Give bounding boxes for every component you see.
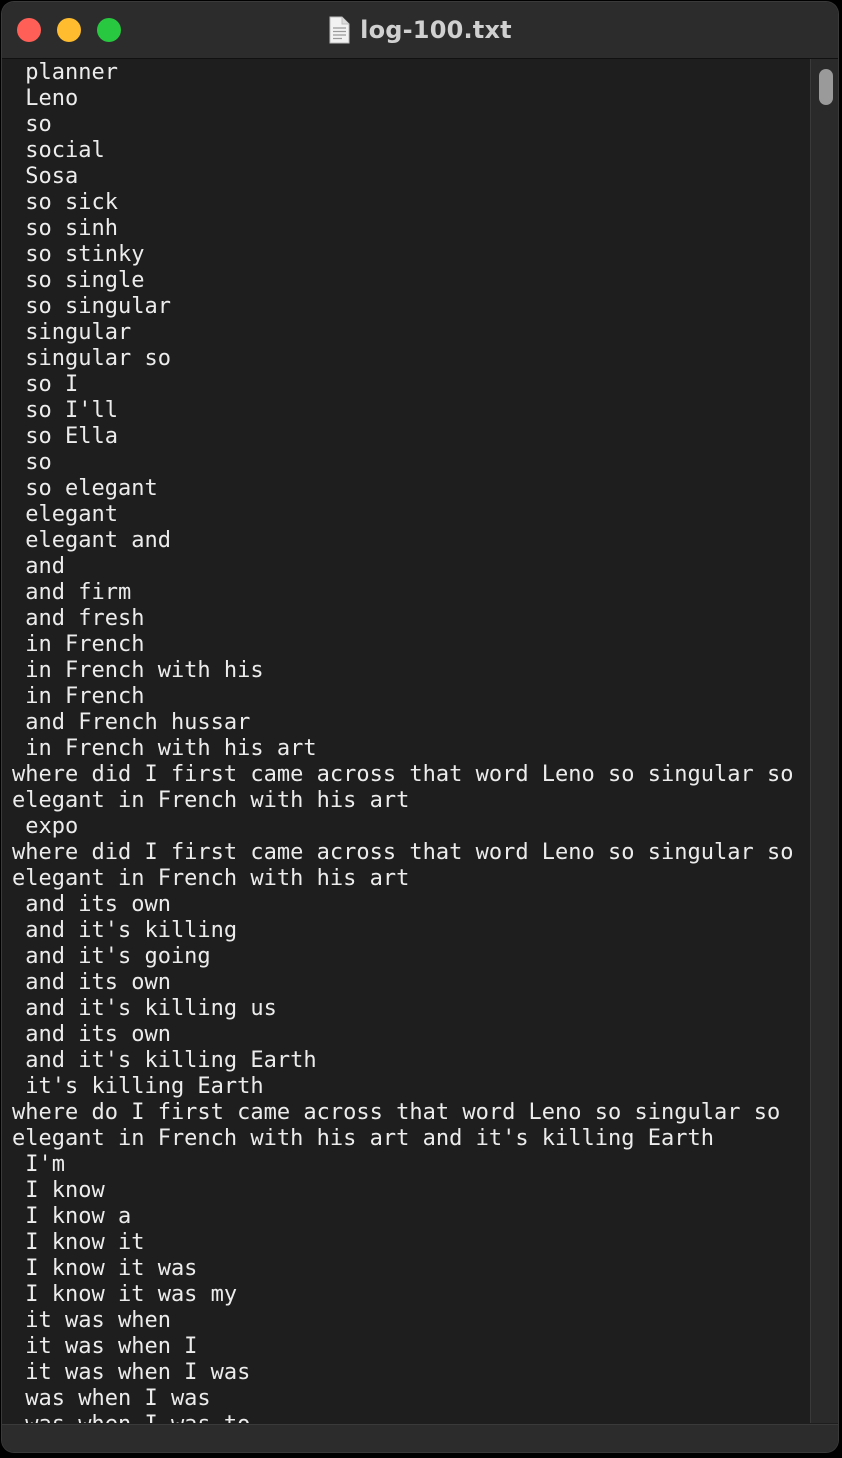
text-line[interactable]: elegant in French with his art — [12, 866, 802, 892]
text-line[interactable]: singular so — [12, 346, 802, 372]
text-line[interactable]: and it's killing — [12, 918, 802, 944]
text-line[interactable]: so I — [12, 372, 802, 398]
text-line[interactable]: so — [12, 112, 802, 138]
text-line[interactable]: where did I first came across that word … — [12, 840, 802, 866]
text-line[interactable]: and — [12, 554, 802, 580]
text-line[interactable]: Leno — [12, 86, 802, 112]
text-line[interactable]: and French hussar — [12, 710, 802, 736]
text-line[interactable]: elegant and — [12, 528, 802, 554]
text-line[interactable]: planner — [12, 60, 802, 86]
text-line[interactable]: social — [12, 138, 802, 164]
text-line[interactable]: singular — [12, 320, 802, 346]
text-line[interactable]: and fresh — [12, 606, 802, 632]
text-line[interactable]: Sosa — [12, 164, 802, 190]
text-line[interactable]: elegant in French with his art — [12, 788, 802, 814]
text-line[interactable]: in French with his — [12, 658, 802, 684]
text-line[interactable]: elegant in French with his art and it's … — [12, 1126, 802, 1152]
text-line[interactable]: and its own — [12, 892, 802, 918]
text-line[interactable]: and its own — [12, 1022, 802, 1048]
text-line[interactable]: expo — [12, 814, 802, 840]
document-text[interactable]: planner Leno so social Sosa so sick so s… — [12, 60, 802, 1423]
text-line[interactable]: in French — [12, 632, 802, 658]
text-line[interactable]: I know it was — [12, 1256, 802, 1282]
text-line[interactable]: I know it was my — [12, 1282, 802, 1308]
text-line[interactable]: so Ella — [12, 424, 802, 450]
text-line[interactable]: and firm — [12, 580, 802, 606]
text-area[interactable]: planner Leno so social Sosa so sick so s… — [2, 59, 808, 1423]
text-line[interactable]: and it's killing Earth — [12, 1048, 802, 1074]
vertical-scrollbar[interactable] — [810, 59, 838, 1423]
text-line[interactable]: so singular — [12, 294, 802, 320]
text-line[interactable]: I know it — [12, 1230, 802, 1256]
text-line[interactable]: so single — [12, 268, 802, 294]
text-line[interactable]: was when I was to — [12, 1412, 802, 1423]
text-line[interactable]: so sick — [12, 190, 802, 216]
text-line[interactable]: I know a — [12, 1204, 802, 1230]
text-line[interactable]: it was when I was — [12, 1360, 802, 1386]
bottom-bar — [2, 1424, 838, 1452]
text-line[interactable]: it's killing Earth — [12, 1074, 802, 1100]
text-line[interactable]: so sinh — [12, 216, 802, 242]
text-editor-window: log-100.txt planner Leno so social Sosa … — [2, 2, 838, 1452]
text-line[interactable]: it was when — [12, 1308, 802, 1334]
text-line[interactable]: I know — [12, 1178, 802, 1204]
text-line[interactable]: so — [12, 450, 802, 476]
text-line[interactable]: it was when I — [12, 1334, 802, 1360]
text-line[interactable]: in French — [12, 684, 802, 710]
window-title-group: log-100.txt — [2, 2, 838, 58]
text-line[interactable]: elegant — [12, 502, 802, 528]
text-line[interactable]: was when I was — [12, 1386, 802, 1412]
text-line[interactable]: so elegant — [12, 476, 802, 502]
text-line[interactable]: where did I first came across that word … — [12, 762, 802, 788]
text-line[interactable]: where do I first came across that word L… — [12, 1100, 802, 1126]
text-line[interactable]: and its own — [12, 970, 802, 996]
text-line[interactable]: so I'll — [12, 398, 802, 424]
text-line[interactable]: and it's killing us — [12, 996, 802, 1022]
text-line[interactable]: so stinky — [12, 242, 802, 268]
text-line[interactable]: I'm — [12, 1152, 802, 1178]
scrollbar-thumb[interactable] — [819, 69, 833, 105]
text-line[interactable]: in French with his art — [12, 736, 802, 762]
text-line[interactable]: and it's going — [12, 944, 802, 970]
window-title: log-100.txt — [360, 16, 512, 44]
document-icon — [329, 16, 350, 44]
title-bar[interactable]: log-100.txt — [2, 2, 838, 59]
